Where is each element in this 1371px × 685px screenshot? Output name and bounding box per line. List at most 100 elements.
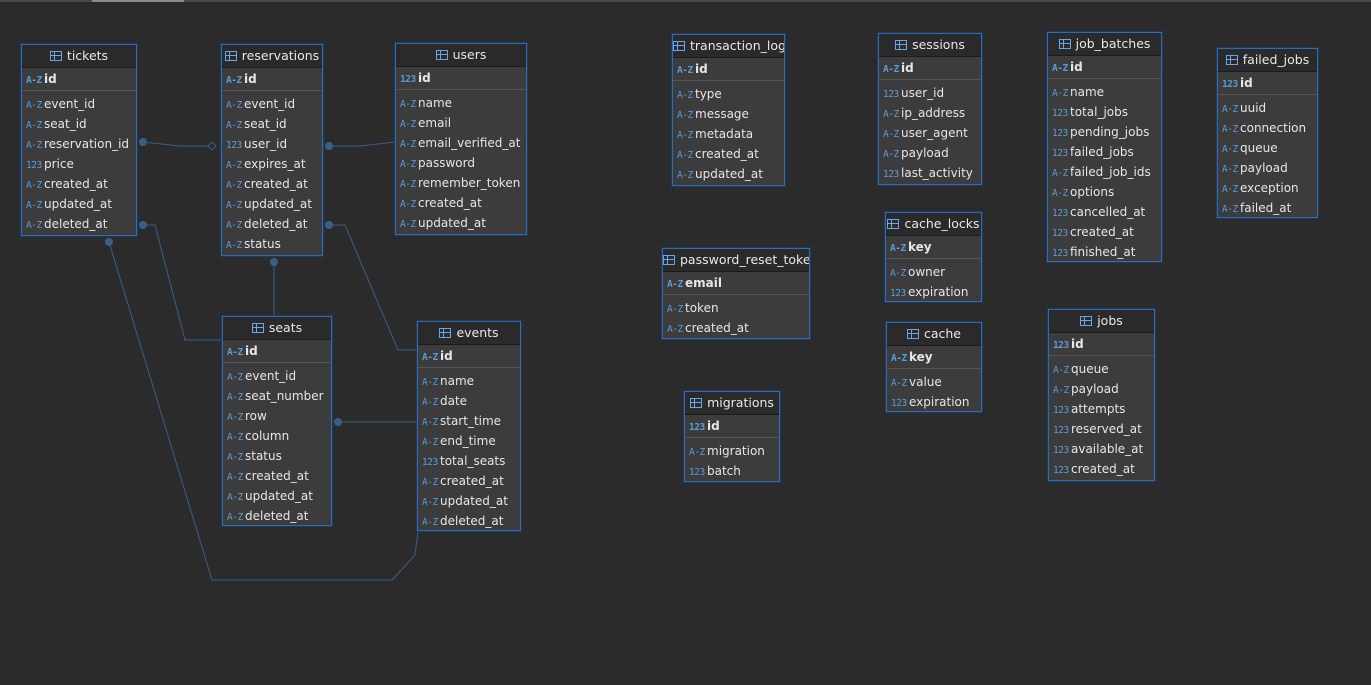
column-row[interactable]: A-Z deleted_at <box>222 214 322 234</box>
column-row[interactable]: A-Z seat_id <box>22 114 136 134</box>
column-row[interactable]: A-Z queue <box>1218 138 1317 158</box>
column-row[interactable]: A-Z remember_token <box>396 173 526 193</box>
column-row[interactable]: 123 user_id <box>222 134 322 154</box>
column-row[interactable]: A-Z owner <box>886 262 981 282</box>
column-row[interactable]: A-Z options <box>1048 182 1161 202</box>
primary-key-row[interactable]: A-Z key <box>886 236 981 259</box>
column-row[interactable]: A-Z updated_at <box>222 194 322 214</box>
entity-reservations[interactable]: reservations A-Z id A-Z event_id A-Z seat_i… <box>221 44 323 256</box>
primary-key-row[interactable]: A-Z key <box>887 346 981 369</box>
column-row[interactable]: A-Z updated_at <box>223 486 331 506</box>
primary-key-row[interactable]: A-Z id <box>879 57 981 80</box>
column-row[interactable]: A-Z deleted_at <box>223 506 331 526</box>
column-row[interactable]: 123 cancelled_at <box>1048 202 1161 222</box>
entity-header[interactable]: job_batches <box>1048 33 1161 56</box>
column-row[interactable]: A-Z status <box>223 446 331 466</box>
column-row[interactable]: A-Z updated_at <box>22 194 136 214</box>
primary-key-row[interactable]: A-Z id <box>222 68 322 91</box>
column-row[interactable]: 123 price <box>22 154 136 174</box>
primary-key-row[interactable]: 123 id <box>685 415 779 438</box>
column-row[interactable]: A-Z created_at <box>222 174 322 194</box>
column-row[interactable]: A-Z user_agent <box>879 123 981 143</box>
column-row[interactable]: A-Z payload <box>879 143 981 163</box>
primary-key-row[interactable]: 123 id <box>396 67 526 90</box>
entity-seats[interactable]: seats A-Z id A-Z event_id A-Z seat_number A… <box>222 316 332 526</box>
column-row[interactable]: A-Z uuid <box>1218 98 1317 118</box>
column-row[interactable]: A-Z migration <box>685 441 779 461</box>
column-row[interactable]: A-Z name <box>396 93 526 113</box>
entity-password-reset-tokens[interactable]: password_reset_tokens A-Zemail A-Ztoken … <box>662 248 810 339</box>
entity-events[interactable]: events A-Z id A-Z name A-Z date A-Z start_ti… <box>417 321 521 531</box>
entity-header[interactable]: reservations <box>222 45 322 68</box>
column-row[interactable]: A-Z payload <box>1218 158 1317 178</box>
entity-header[interactable]: jobs <box>1049 310 1154 333</box>
primary-key-row[interactable]: A-Z id <box>223 340 331 363</box>
primary-key-row[interactable]: A-Z id <box>1048 56 1161 79</box>
active-tab-indicator[interactable] <box>92 0 184 2</box>
column-row[interactable]: A-Z failed_at <box>1218 198 1317 218</box>
column-row[interactable]: A-Z created_at <box>396 193 526 213</box>
column-row[interactable]: A-Z exception <box>1218 178 1317 198</box>
column-row[interactable]: A-Z created_at <box>663 318 809 338</box>
entity-migrations[interactable]: migrations 123 id A-Z migration 123 batch <box>684 391 780 482</box>
entity-sessions[interactable]: sessions A-Z id 123 user_id A-Z ip_address … <box>878 33 982 185</box>
column-row[interactable]: A-Z event_id <box>223 366 331 386</box>
column-row[interactable]: A-Z date <box>418 391 520 411</box>
column-row[interactable]: A-Z created_at <box>418 471 520 491</box>
entity-header[interactable]: failed_jobs <box>1218 49 1317 72</box>
column-row[interactable]: 123 batch <box>685 461 779 481</box>
column-row[interactable]: A-Z updated_at <box>673 164 784 184</box>
column-row[interactable]: A-Z type <box>673 84 784 104</box>
column-row[interactable]: A-Z updated_at <box>418 491 520 511</box>
entity-header[interactable]: users <box>396 44 526 67</box>
column-row[interactable]: A-Z value <box>887 372 981 392</box>
column-row[interactable]: A-Z deleted_at <box>418 511 520 531</box>
entity-header[interactable]: sessions <box>879 34 981 57</box>
column-row[interactable]: 123 reserved_at <box>1049 419 1154 439</box>
column-row[interactable]: A-Z event_id <box>222 94 322 114</box>
primary-key-row[interactable]: 123 id <box>1049 333 1154 356</box>
column-row[interactable]: A-Z seat_id <box>222 114 322 134</box>
column-row[interactable]: A-Z updated_at <box>396 213 526 233</box>
primary-key-row[interactable]: A-Z id <box>418 345 520 368</box>
entity-header[interactable]: transaction_logs <box>673 35 784 58</box>
entity-header[interactable]: password_reset_tokens <box>663 249 809 272</box>
entity-users[interactable]: users 123 id A-Z name A-Z email A-Z email_ve… <box>395 43 527 235</box>
column-row[interactable]: 123 total_seats <box>418 451 520 471</box>
column-row[interactable]: A-Z row <box>223 406 331 426</box>
column-row[interactable]: A-Z deleted_at <box>22 214 136 234</box>
entity-header[interactable]: cache <box>887 323 981 346</box>
column-row[interactable]: 123 finished_at <box>1048 242 1161 262</box>
column-row[interactable]: A-Z payload <box>1049 379 1154 399</box>
column-row[interactable]: A-Z password <box>396 153 526 173</box>
entity-header[interactable]: events <box>418 322 520 345</box>
column-row[interactable]: A-Z message <box>673 104 784 124</box>
entity-cache[interactable]: cache A-Z key A-Z value 123 expiration <box>886 322 982 412</box>
column-row[interactable]: 123 total_jobs <box>1048 102 1161 122</box>
column-row[interactable]: A-Z created_at <box>22 174 136 194</box>
column-row[interactable]: A-Z email <box>396 113 526 133</box>
entity-job-batches[interactable]: job_batches A-Z id A-Z name 123 total_jobs … <box>1047 32 1162 262</box>
entity-failed-jobs[interactable]: failed_jobs 123 id A-Z uuid A-Z connection … <box>1217 48 1318 218</box>
primary-key-row[interactable]: 123 id <box>1218 72 1317 95</box>
column-row[interactable]: A-Z start_time <box>418 411 520 431</box>
column-row[interactable]: A-Z created_at <box>223 466 331 486</box>
column-row[interactable]: 123 created_at <box>1049 459 1154 479</box>
column-row[interactable]: A-Z reservation_id <box>22 134 136 154</box>
entity-header[interactable]: cache_locks <box>886 213 981 236</box>
entity-header[interactable]: migrations <box>685 392 779 415</box>
column-row[interactable]: 123 available_at <box>1049 439 1154 459</box>
column-row[interactable]: A-Z email_verified_at <box>396 133 526 153</box>
column-row[interactable]: A-Z queue <box>1049 359 1154 379</box>
primary-key-row[interactable]: A-Z id <box>22 68 136 91</box>
column-row[interactable]: 123 expiration <box>886 282 981 302</box>
column-row[interactable]: A-Z expires_at <box>222 154 322 174</box>
column-row[interactable]: A-Z end_time <box>418 431 520 451</box>
column-row[interactable]: 123 pending_jobs <box>1048 122 1161 142</box>
primary-key-row[interactable]: A-Z email <box>663 272 809 295</box>
column-row[interactable]: A-Z created_at <box>673 144 784 164</box>
column-row[interactable]: A-Z seat_number <box>223 386 331 406</box>
column-row[interactable]: 123 expiration <box>887 392 981 412</box>
entity-tickets[interactable]: tickets A-Z id A-Z event_id A-Z seat_id A-Z… <box>21 44 137 236</box>
column-row[interactable]: 123 last_activity <box>879 163 981 183</box>
